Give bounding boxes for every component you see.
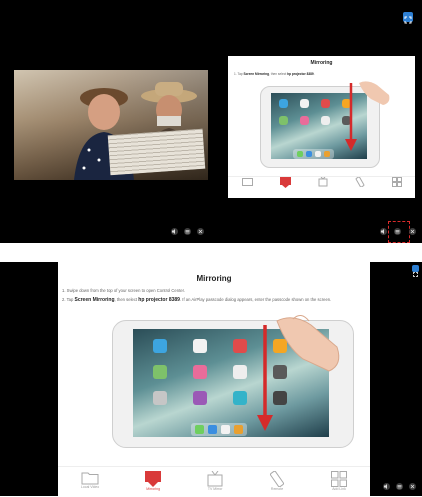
menu-icon: [185, 230, 190, 234]
menu-button[interactable]: [184, 228, 191, 235]
app-dock: [191, 423, 247, 436]
tab-tv-mirror[interactable]: TV Mirror: [207, 467, 223, 491]
expand-button[interactable]: [403, 12, 413, 24]
tab-add-link[interactable]: [391, 177, 402, 187]
volume-button[interactable]: [171, 228, 178, 235]
guide-step: 1. Tap Screen Mirroring, then select hp …: [234, 72, 315, 76]
app-dock: [293, 149, 334, 159]
menu-button[interactable]: [394, 228, 401, 235]
tab-mirroring[interactable]: Mirroring: [145, 467, 162, 491]
tab-remote[interactable]: [355, 177, 365, 187]
tab-bar: Local Video Mirroring TV Mirror Remote A…: [58, 466, 370, 497]
grid-icon: [391, 177, 402, 187]
ipad-illustration: [112, 315, 354, 448]
newspaper: [107, 128, 206, 176]
tv-icon: [318, 177, 327, 187]
mirroring-guide-panel: Mirroring 1. Tap Screen Mirroring, then …: [228, 56, 415, 198]
menu-button[interactable]: [396, 483, 403, 490]
tab-local-video[interactable]: [241, 177, 253, 186]
ipad-illustration: [260, 81, 390, 168]
tab-add-link[interactable]: Add Link: [331, 467, 348, 491]
expand-button[interactable]: [412, 265, 419, 277]
close-button[interactable]: [409, 228, 416, 235]
tab-bar: [228, 176, 415, 199]
menu-icon: [395, 230, 400, 234]
hand-icon: [276, 315, 340, 372]
close-icon: [198, 229, 203, 234]
guide-step-2: 2. Tap Screen Mirroring, then select hp …: [62, 297, 332, 303]
split-view-screen: Mirroring 1. Tap Screen Mirroring, then …: [0, 0, 422, 243]
volume-button[interactable]: [383, 483, 390, 490]
speaker-icon: [381, 229, 384, 234]
grid-icon: [331, 471, 348, 487]
close-button[interactable]: [197, 228, 204, 235]
volume-button[interactable]: [380, 228, 387, 235]
mirroring-guide-panel: Mirroring 1. Swipe down from the top of …: [58, 262, 370, 496]
close-button[interactable]: [409, 483, 416, 490]
guide-title: Mirroring: [196, 274, 232, 283]
tab-tv-mirror[interactable]: [318, 177, 328, 187]
guide-step-1: 1. Swipe down from the top of your scree…: [62, 288, 185, 293]
tv-icon: [207, 471, 223, 487]
remote-icon: [355, 177, 364, 187]
mirroring-icon: [145, 471, 162, 487]
folder-icon: [81, 472, 99, 485]
remote-icon: [270, 471, 285, 487]
speaker-icon: [384, 484, 387, 489]
hand-icon: [359, 81, 390, 105]
speaker-icon: [172, 229, 175, 234]
folder-icon: [241, 178, 253, 186]
close-icon: [410, 484, 415, 489]
tab-local-video[interactable]: Local Video: [81, 467, 99, 489]
close-icon: [410, 229, 415, 234]
fullscreen-icon: [413, 272, 418, 277]
guide-title: Mirroring: [310, 60, 333, 66]
fullscreen-icon: [404, 16, 412, 24]
menu-icon: [397, 485, 402, 489]
video-frame[interactable]: [14, 70, 208, 180]
tab-remote[interactable]: Remote: [269, 467, 285, 491]
mirroring-icon: [279, 177, 291, 188]
tab-mirroring[interactable]: [279, 177, 291, 188]
